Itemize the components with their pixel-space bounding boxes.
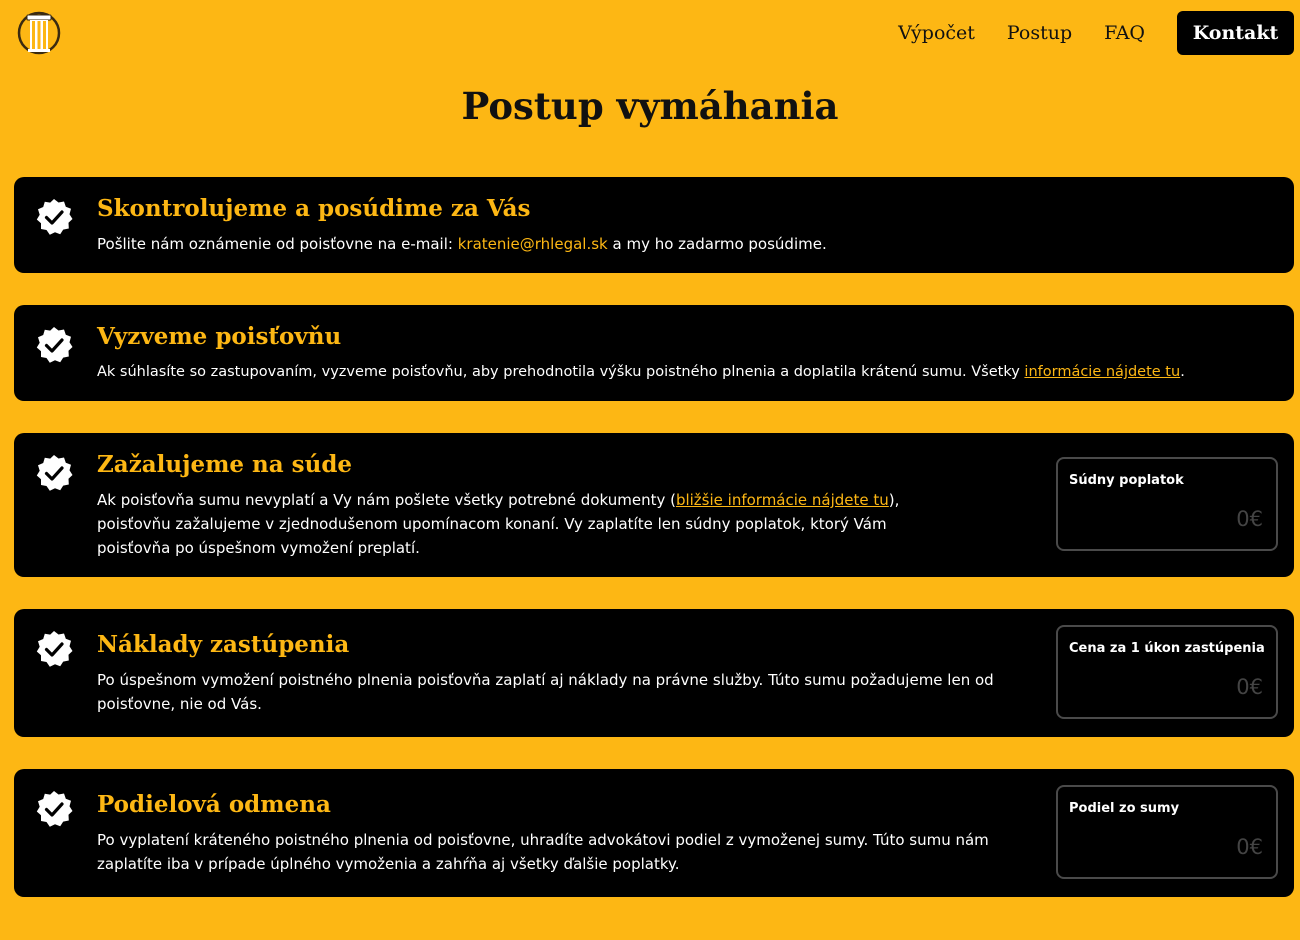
step-card-representation-costs: Náklady zastúpenia Po úspešnom vymožení … <box>14 609 1294 737</box>
info-link[interactable]: informácie nájdete tu <box>1024 364 1180 380</box>
page-title: Postup vymáhania <box>461 84 839 128</box>
email-link[interactable]: kratenie@rhlegal.sk <box>458 235 608 253</box>
box-label: Súdny poplatok <box>1069 473 1184 488</box>
step-card-insurer: Vyzveme poisťovňu Ak súhlasíte so zastup… <box>14 305 1294 401</box>
step-description: Pošlite nám oznámenie od poisťovne na e-… <box>97 235 827 253</box>
box-label: Podiel zo sumy <box>1069 801 1180 816</box>
box-label: Cena za 1 úkon zastúpenia <box>1069 641 1265 656</box>
verified-check-icon <box>36 327 73 363</box>
verified-check-icon <box>36 199 73 235</box>
step-title: Náklady zastúpenia <box>97 631 350 658</box>
step-description: Ak poisťovňa sumu nevyplatí a Vy nám poš… <box>97 491 900 557</box>
box-value: 0€ <box>1236 675 1263 699</box>
step-description: Po vyplatení kráteného poistného plnenia… <box>97 831 989 873</box>
step-title: Zažalujeme na súde <box>97 451 353 478</box>
step-description: Ak súhlasíte so zastupovaním, vyzveme po… <box>97 364 1185 380</box>
nav-link-vypocet[interactable]: Výpočet <box>898 11 975 55</box>
box-value: 0€ <box>1236 507 1263 531</box>
step-card-review: Skontrolujeme a posúdime za Vás Pošlite … <box>14 177 1294 273</box>
contact-button[interactable]: Kontakt <box>1177 11 1294 55</box>
court-fee-box: Súdny poplatok 0€ <box>1056 457 1278 551</box>
verified-check-icon <box>36 455 73 491</box>
details-link[interactable]: bližšie informácie nájdete tu <box>676 491 889 509</box>
step-description: Po úspešnom vymožení poistného plnenia p… <box>97 671 994 713</box>
step-card-share-fee: Podielová odmena Po vyplatení kráteného … <box>14 769 1294 897</box>
representation-fee-box: Cena za 1 úkon zastúpenia 0€ <box>1056 625 1278 719</box>
verified-check-icon <box>36 791 73 827</box>
nav-link-faq[interactable]: FAQ <box>1104 11 1145 55</box>
step-title: Vyzveme poisťovňu <box>97 323 342 350</box>
box-value: 0€ <box>1236 835 1263 859</box>
nav-link-postup[interactable]: Postup <box>1007 11 1072 55</box>
verified-check-icon <box>36 631 73 667</box>
main-nav: Výpočet Postup FAQ Kontakt <box>898 11 1294 55</box>
step-card-court: Zažalujeme na súde Ak poisťovňa sumu nev… <box>14 433 1294 577</box>
step-title: Skontrolujeme a posúdime za Vás <box>97 195 531 222</box>
step-title: Podielová odmena <box>97 791 331 818</box>
share-fee-box: Podiel zo sumy 0€ <box>1056 785 1278 879</box>
logo-column-icon[interactable] <box>16 8 62 56</box>
